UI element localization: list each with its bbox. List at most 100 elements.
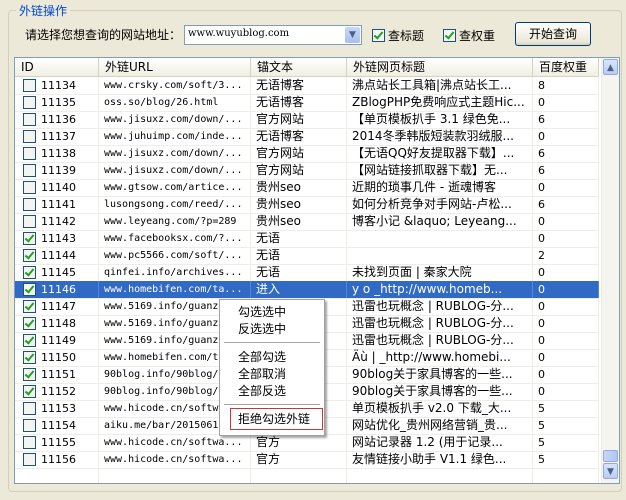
- row-id-cell: 11137: [15, 128, 99, 145]
- row-checkbox[interactable]: [23, 130, 36, 143]
- row-anchor-text: 官方网站: [251, 162, 347, 179]
- row-checkbox[interactable]: [23, 419, 36, 432]
- scroll-thumb[interactable]: [603, 450, 618, 462]
- column-header-title[interactable]: 外链网页标题: [347, 58, 533, 76]
- row-page-title: y o _http://www.homeb...: [347, 281, 533, 298]
- column-header-url[interactable]: 外链URL: [99, 58, 251, 76]
- table-row[interactable]: 11142 www.leyeang.com/?p=289 贵州seo 博客小记 &la…: [15, 213, 599, 231]
- row-checkbox[interactable]: [23, 368, 36, 381]
- menu-item-reject-checked[interactable]: 拒绝勾选外链: [238, 410, 310, 428]
- menu-separator: [224, 342, 320, 343]
- row-checkbox[interactable]: [23, 453, 36, 466]
- row-page-title: [347, 247, 533, 264]
- row-anchor-text: 进入: [251, 281, 347, 298]
- row-id: 11150: [41, 351, 76, 364]
- row-checkbox[interactable]: [23, 317, 36, 330]
- row-checkbox[interactable]: [23, 147, 36, 160]
- row-checkbox[interactable]: [23, 283, 36, 296]
- row-url: www.juhuimp.com/inde...: [99, 128, 251, 145]
- vertical-scrollbar[interactable]: ▲ ▼: [601, 58, 619, 483]
- row-anchor-text: 无语博客: [251, 94, 347, 111]
- scroll-down-icon[interactable]: ▼: [603, 463, 618, 479]
- row-url: www.hicode.cn/softwa...: [99, 451, 251, 468]
- table-row[interactable]: 11140 www.gtsow.com/artice... 贵州seo 近期的琐事几件…: [15, 179, 599, 197]
- table-row[interactable]: 11136 www.jisuxz.com/down/... 官方网站 【单页模板扒手 …: [15, 111, 599, 129]
- row-checkbox[interactable]: [23, 113, 36, 126]
- row-id: 11138: [41, 147, 76, 160]
- row-checkbox[interactable]: [23, 249, 36, 262]
- row-checkbox[interactable]: [23, 198, 36, 211]
- row-url: qinfei.info/archives...: [99, 264, 251, 281]
- empty-cell: [99, 468, 251, 483]
- check-title-checkbox[interactable]: [372, 29, 385, 42]
- column-header-anchor[interactable]: 锚文本: [251, 58, 347, 76]
- row-baidu-weight: 5: [533, 451, 599, 468]
- row-anchor-text: 贵州seo: [251, 179, 347, 196]
- row-checkbox[interactable]: [23, 300, 36, 313]
- menu-item-invert-all[interactable]: 全部反选: [238, 382, 286, 400]
- table-row[interactable]: 11143 www.facebooksx.com/?... 无语 0: [15, 230, 599, 248]
- empty-cell: [347, 468, 533, 483]
- menu-item-check-selected[interactable]: 勾选选中: [238, 303, 286, 321]
- row-page-title: 【单页模板扒手 3.1 绿色免...: [347, 111, 533, 128]
- table-row[interactable]: 11144 www.pc5566.com/soft/... 无语 2: [15, 247, 599, 265]
- check-weight-option[interactable]: 查权重: [443, 27, 495, 44]
- row-page-title: 单页模板扒手 v2.0 下载_大...: [347, 400, 533, 417]
- scroll-up-icon[interactable]: ▲: [603, 59, 618, 75]
- column-header-weight[interactable]: 百度权重: [533, 58, 599, 76]
- row-baidu-weight: 8: [533, 77, 599, 94]
- row-checkbox[interactable]: [23, 402, 36, 415]
- table-row[interactable]: 11137 www.juhuimp.com/inde... 无语博客 2014冬季韩版…: [15, 128, 599, 146]
- start-query-button[interactable]: 开始查询: [515, 22, 591, 46]
- row-checkbox[interactable]: [23, 436, 36, 449]
- row-id-cell: 11151: [15, 366, 99, 383]
- table-row[interactable]: 11146 www.homebifen.com/ta... 进入 y o _http…: [15, 281, 599, 299]
- table-row[interactable]: 11135 oss.so/blog/26.html 无语博客 ZBlogPHP免费响应…: [15, 94, 599, 112]
- row-id-cell: 11149: [15, 332, 99, 349]
- table-row[interactable]: 11134 www.crsky.com/soft/3... 无语博客 沸点站长工具箱|…: [15, 77, 599, 95]
- table-row[interactable]: 11155 www.hicode.cn/softwa... 官方 网站记录器 1.2 …: [15, 434, 599, 452]
- row-checkbox[interactable]: [23, 164, 36, 177]
- table-row[interactable]: 11138 www.jisuxz.com/down/... 官方网站 【无语QQ好友提…: [15, 145, 599, 163]
- row-checkbox[interactable]: [23, 351, 36, 364]
- table-row[interactable]: 11141 lusongsong.com/reed/... 贵州seo 如何分析竞争对…: [15, 196, 599, 214]
- table-row[interactable]: 11156 www.hicode.cn/softwa... 官方 友情链接小助手 V1…: [15, 451, 599, 469]
- check-weight-label[interactable]: 查权重: [459, 27, 495, 44]
- row-checkbox[interactable]: [23, 215, 36, 228]
- row-baidu-weight: 5: [533, 417, 599, 434]
- menu-item-uncheck-all[interactable]: 全部取消: [238, 365, 286, 383]
- row-id: 11146: [41, 283, 76, 296]
- row-baidu-weight: 5: [533, 434, 599, 451]
- row-checkbox[interactable]: [23, 79, 36, 92]
- menu-item-invert-selected[interactable]: 反选选中: [238, 320, 286, 338]
- row-id-cell: 11154: [15, 417, 99, 434]
- empty-row: [15, 468, 599, 483]
- row-page-title: 迅雷也玩概念 | RUBLOG-分...: [347, 315, 533, 332]
- row-checkbox[interactable]: [23, 96, 36, 109]
- chevron-down-icon[interactable]: ▼: [345, 27, 360, 43]
- list-header: ID 外链URL 锚文本 外链网页标题 百度权重: [15, 58, 599, 77]
- row-checkbox[interactable]: [23, 232, 36, 245]
- table-row[interactable]: 11145 qinfei.info/archives... 无语 未找到页面 | 秦家…: [15, 264, 599, 282]
- table-row[interactable]: 11139 www.jisuxz.com/down/... 官方网站 【网站链接抓取器…: [15, 162, 599, 180]
- row-id-cell: 11138: [15, 145, 99, 162]
- row-baidu-weight: 0: [533, 281, 599, 298]
- row-id-cell: 11155: [15, 434, 99, 451]
- url-combobox-value[interactable]: www.wuyublog.com: [188, 28, 289, 39]
- row-checkbox[interactable]: [23, 334, 36, 347]
- check-title-label[interactable]: 查标题: [388, 27, 424, 44]
- row-anchor-text: 官方: [251, 434, 347, 451]
- row-url: www.jisuxz.com/down/...: [99, 145, 251, 162]
- check-weight-checkbox[interactable]: [443, 29, 456, 42]
- check-title-option[interactable]: 查标题: [372, 27, 424, 44]
- row-checkbox[interactable]: [23, 385, 36, 398]
- row-id: 11153: [41, 402, 76, 415]
- row-checkbox[interactable]: [23, 181, 36, 194]
- row-baidu-weight: 6: [533, 145, 599, 162]
- row-checkbox[interactable]: [23, 266, 36, 279]
- menu-item-check-all[interactable]: 全部勾选: [238, 348, 286, 366]
- column-header-id[interactable]: ID: [15, 58, 99, 76]
- row-id-cell: 11153: [15, 400, 99, 417]
- row-id: 11144: [41, 249, 76, 262]
- url-combobox[interactable]: www.wuyublog.com ▼: [184, 25, 362, 45]
